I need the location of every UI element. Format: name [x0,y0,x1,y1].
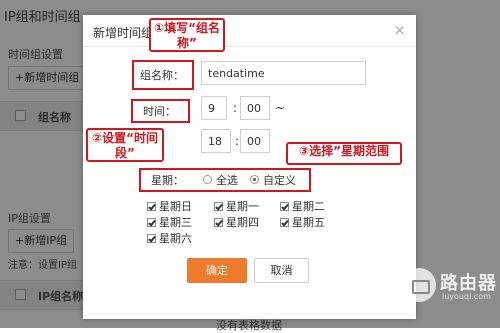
checkbox-checked-icon [280,202,289,211]
checkbox-checked-icon [147,202,156,211]
router-logo-icon [402,268,436,302]
day-label: 星期五 [292,216,325,229]
checkbox-checked-icon [280,218,289,227]
day-label: 星期四 [226,216,259,229]
watermark: 路由器 luyouqi.com [402,268,497,308]
week-select-all-label[interactable]: 全选 [216,172,238,188]
week-label: 星期： [151,174,184,187]
end-colon: : [235,134,240,148]
new-time-group-dialog: 新增时间组 × 组名称： tendatime 时间： 9 : 00 ~ 18 :… [83,15,416,319]
step3-callout: ③选择”星期范围 [286,142,402,165]
start-hour-input[interactable]: 9 [201,96,227,120]
day-checkbox-friday[interactable]: 星期五 [280,214,325,230]
cancel-button[interactable]: 取消 [254,258,309,283]
day-checkbox-tuesday[interactable]: 星期二 [280,198,325,214]
watermark-url: luyouqi.com [442,292,491,301]
week-custom-label[interactable]: 自定义 [263,172,296,188]
checkbox-checked-icon [147,218,156,227]
checkbox-checked-icon [147,234,156,243]
close-icon[interactable]: × [393,21,406,39]
day-checkbox-sunday[interactable]: 星期日 [147,198,192,214]
day-label: 星期一 [226,200,259,213]
time-label: 时间： [143,105,176,118]
group-name-label: 组名称： [140,69,184,82]
start-minute-input[interactable]: 00 [240,96,270,120]
confirm-button[interactable]: 确定 [187,258,247,283]
day-label: 星期日 [159,200,192,213]
end-minute-input[interactable]: 00 [240,129,270,153]
day-label: 星期六 [159,232,192,245]
checkbox-checked-icon [214,218,223,227]
end-hour-input[interactable]: 18 [201,129,231,153]
range-separator: ~ [275,101,286,115]
day-checkbox-wednesday[interactable]: 星期三 [147,214,192,230]
day-checkbox-saturday[interactable]: 星期六 [147,230,192,246]
checkbox-checked-icon [214,202,223,211]
dialog-title: 新增时间组 [93,26,154,40]
start-colon: : [233,101,238,115]
step2-callout: ②设置“时间段” [86,128,164,162]
week-custom-radio[interactable] [250,175,259,184]
week-select-all-radio[interactable] [203,175,212,184]
day-label: 星期二 [292,200,325,213]
day-label: 星期三 [159,216,192,229]
dialog-divider [83,46,416,47]
step1-callout: ①填写“组名称” [149,18,225,52]
day-checkbox-monday[interactable]: 星期一 [214,198,259,214]
day-checkbox-thursday[interactable]: 星期四 [214,214,259,230]
group-name-input[interactable]: tendatime [201,61,366,85]
